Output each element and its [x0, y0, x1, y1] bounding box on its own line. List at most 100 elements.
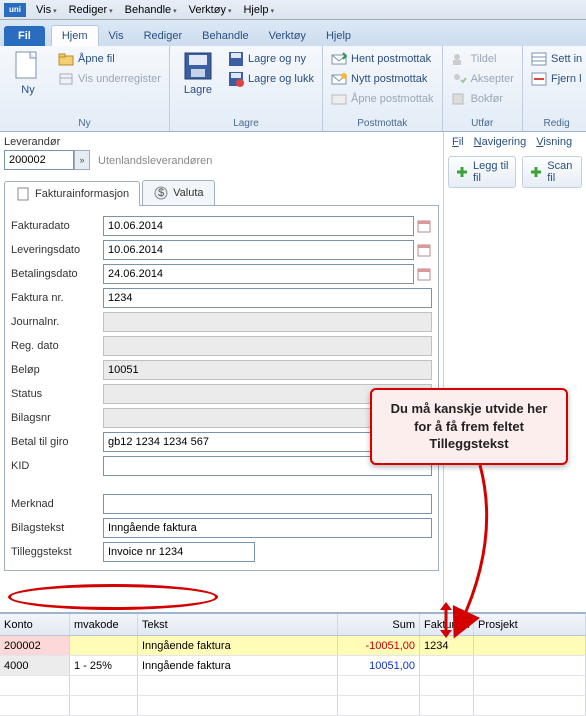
col-sum[interactable]: Sum: [338, 614, 420, 635]
bilagstekst-input[interactable]: [103, 518, 432, 538]
save-button[interactable]: Lagre: [176, 50, 220, 96]
mail-in-icon: [331, 51, 347, 67]
ribbon-group-lagre-label: Lagre: [176, 116, 316, 131]
menu-vis[interactable]: Vis: [32, 4, 61, 16]
save-and-close-button[interactable]: Lagre og lukk: [226, 70, 316, 88]
nytt-postmottak-button[interactable]: Nytt postmottak: [329, 70, 436, 88]
col-prosjekt[interactable]: Prosjekt: [474, 614, 586, 635]
cell-mvakode[interactable]: 1 - 25%: [70, 656, 138, 675]
new-file-icon: [12, 50, 44, 82]
fakturadato-label: Fakturadato: [11, 220, 103, 232]
ribbon-group-rediger-label: Redig: [529, 116, 584, 131]
insert-row-icon: [531, 51, 547, 67]
cell-sum[interactable]: 10051,00: [338, 656, 420, 675]
tab-behandle[interactable]: Behandle: [192, 26, 259, 46]
sett-inn-label: Sett in: [551, 53, 582, 65]
mail-open-icon: [331, 91, 347, 107]
tab-rediger[interactable]: Rediger: [134, 26, 193, 46]
vis-underregister-button[interactable]: Vis underregister: [56, 70, 163, 88]
ribbon-group-postmottak: Hent postmottak Nytt postmottak Åpne pos…: [323, 46, 443, 131]
bokfor-button[interactable]: Bokfør: [449, 90, 516, 108]
nytt-postmottak-label: Nytt postmottak: [351, 73, 427, 85]
post-icon: [451, 91, 467, 107]
apne-postmottak-label: Åpne postmottak: [351, 93, 434, 105]
tab-verktoy[interactable]: Verktøy: [259, 26, 316, 46]
betalingsdato-input[interactable]: [103, 264, 414, 284]
menu-verktoy[interactable]: Verktøy: [185, 4, 236, 16]
scan-fil-button[interactable]: Scan fil: [522, 156, 582, 188]
menu-behandle[interactable]: Behandle: [121, 4, 181, 16]
supplier-code-input[interactable]: [4, 150, 74, 170]
calendar-icon[interactable]: [416, 240, 432, 260]
ribbon-group-rediger: Sett in Fjern l Redig: [523, 46, 586, 131]
table-row[interactable]: 200002 Inngående faktura-10051,001234: [0, 636, 586, 656]
grid-header-row: Konto mvakode Tekst Sum Fakturanr Prosje…: [0, 614, 586, 636]
right-menu-navigering[interactable]: Navigering: [470, 134, 531, 150]
svg-text:$: $: [158, 187, 164, 199]
fakturadato-input[interactable]: [103, 216, 414, 236]
cell-fakturanr[interactable]: 1234: [420, 636, 474, 655]
tab-valuta[interactable]: $Valuta: [142, 180, 214, 205]
tab-vis[interactable]: Vis: [99, 26, 134, 46]
fjern-button[interactable]: Fjern l: [529, 70, 584, 88]
tilleggstekst-input[interactable]: [103, 542, 255, 562]
cell-konto[interactable]: 4000: [0, 656, 70, 675]
cell-prosjekt[interactable]: [474, 636, 586, 655]
ribbon-group-postmottak-label: Postmottak: [329, 116, 436, 131]
top-menu-bar: uni Vis Rediger Behandle Verktøy Hjelp: [0, 0, 586, 20]
leveringsdato-input[interactable]: [103, 240, 414, 260]
bilagstekst-label: Bilagstekst: [11, 522, 103, 534]
right-menu-fil[interactable]: Fil: [448, 134, 468, 150]
save-and-close-label: Lagre og lukk: [248, 73, 314, 85]
calendar-icon[interactable]: [416, 216, 432, 236]
col-mvakode[interactable]: mvakode: [70, 614, 138, 635]
cell-sum[interactable]: -10051,00: [338, 636, 420, 655]
cell-prosjekt[interactable]: [474, 656, 586, 675]
supplier-lookup-button[interactable]: »: [74, 150, 90, 170]
cell-fakturanr[interactable]: [420, 656, 474, 675]
kid-label: KID: [11, 460, 103, 472]
aksepter-button[interactable]: Aksepter: [449, 70, 516, 88]
tab-hjelp[interactable]: Hjelp: [316, 26, 361, 46]
journalnr-input: [103, 312, 432, 332]
journalnr-label: Journalnr.: [11, 316, 103, 328]
plus-icon: [455, 164, 469, 180]
tab-hjem[interactable]: Hjem: [51, 25, 99, 46]
cell-tekst[interactable]: Inngående faktura: [138, 656, 338, 675]
fakturanr-input[interactable]: [103, 288, 432, 308]
cell-konto[interactable]: 200002: [0, 636, 70, 655]
menu-hjelp[interactable]: Hjelp: [239, 4, 278, 16]
mail-new-icon: [331, 71, 347, 87]
right-menu-visning[interactable]: Visning: [532, 134, 576, 150]
new-button[interactable]: Ny: [6, 50, 50, 96]
cell-mvakode[interactable]: [70, 636, 138, 655]
fakturanr-label: Faktura nr.: [11, 292, 103, 304]
hent-postmottak-button[interactable]: Hent postmottak: [329, 50, 436, 68]
currency-icon: $: [153, 185, 169, 201]
calendar-icon[interactable]: [416, 264, 432, 284]
document-tabs: Fakturainformasjon $Valuta: [4, 180, 439, 206]
col-konto[interactable]: Konto: [0, 614, 70, 635]
apne-postmottak-button[interactable]: Åpne postmottak: [329, 90, 436, 108]
sett-inn-button[interactable]: Sett in: [529, 50, 584, 68]
tab-fil[interactable]: Fil: [4, 26, 45, 46]
tildel-button[interactable]: Tildel: [449, 50, 516, 68]
table-row-empty[interactable]: [0, 696, 586, 716]
main-area: Leverandør » Utenlandsleverandøren Faktu…: [0, 132, 586, 612]
menu-rediger[interactable]: Rediger: [65, 4, 117, 16]
table-row-empty[interactable]: [0, 676, 586, 696]
delete-row-icon: [531, 71, 547, 87]
merknad-input[interactable]: [103, 494, 432, 514]
save-close-icon: [228, 71, 244, 87]
col-tekst[interactable]: Tekst: [138, 614, 338, 635]
legg-til-fil-button[interactable]: Legg til fil: [448, 156, 516, 188]
tab-fakturainformasjon-label: Fakturainformasjon: [35, 188, 129, 200]
supplier-label: Leverandør: [4, 136, 90, 148]
col-fakturanr[interactable]: Fakturanr: [420, 614, 474, 635]
save-and-new-button[interactable]: Lagre og ny: [226, 50, 316, 68]
cell-tekst[interactable]: Inngående faktura: [138, 636, 338, 655]
table-row[interactable]: 40001 - 25%Inngående faktura10051,00: [0, 656, 586, 676]
save-icon: [182, 50, 214, 82]
tab-fakturainformasjon[interactable]: Fakturainformasjon: [4, 181, 140, 206]
open-file-button[interactable]: Åpne fil: [56, 50, 163, 68]
